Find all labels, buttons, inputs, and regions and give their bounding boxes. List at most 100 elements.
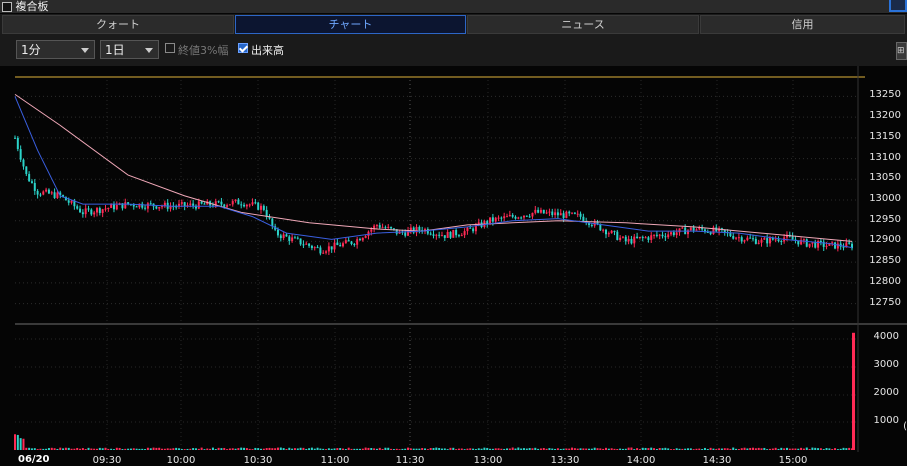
volume-bar: [851, 448, 853, 450]
volume-bar: [633, 449, 636, 450]
volume-bar: [118, 447, 121, 450]
volume-bar: [754, 448, 757, 450]
volume-bar: [771, 448, 774, 450]
candle-body: [503, 216, 506, 219]
candle-body: [559, 213, 562, 216]
time-tick-label: 11:30: [395, 455, 425, 466]
candle-body: [169, 206, 172, 209]
candle-body: [373, 225, 376, 230]
volume-bar: [774, 447, 777, 450]
candle-body: [353, 244, 356, 246]
volume-bar: [155, 447, 158, 450]
volume-bar: [81, 448, 84, 450]
volume-bar: [310, 447, 313, 450]
volume-bar: [449, 447, 452, 450]
candle-body: [647, 237, 650, 240]
candle-body: [842, 246, 845, 248]
volume-checkbox[interactable]: [238, 43, 248, 53]
volume-bar: [655, 448, 658, 450]
candle-body: [271, 218, 274, 227]
candle-body: [486, 221, 489, 224]
window-title: 複合板: [15, 0, 49, 13]
candle-body: [537, 209, 540, 213]
candle-body: [412, 227, 415, 233]
volume-bar: [817, 448, 820, 450]
candle-body: [214, 201, 217, 207]
candle-body: [706, 232, 709, 234]
candle-body: [149, 203, 152, 205]
volume-bar: [220, 448, 223, 450]
tab-bar: クォート チャート ニュース 信用: [0, 14, 907, 34]
interval-value: 1分: [21, 43, 41, 57]
volume-bar: [469, 448, 472, 450]
window-checkbox[interactable]: [2, 2, 12, 12]
volume-bar: [556, 448, 559, 450]
volume-bar: [630, 447, 633, 450]
volume-bar: [336, 448, 339, 450]
volume-bar: [93, 448, 96, 450]
candle-body: [342, 243, 345, 247]
volume-bar: [503, 448, 506, 450]
interval-select[interactable]: 1分: [16, 40, 95, 59]
candle-body: [822, 241, 825, 247]
candle-body: [138, 203, 141, 208]
volume-bar: [178, 448, 181, 450]
volume-bar: [489, 448, 492, 450]
volume-bar: [53, 448, 56, 450]
volume-bar: [398, 449, 401, 450]
candle-body: [520, 217, 523, 219]
candle-body: [152, 203, 155, 207]
candle-body: [701, 227, 704, 230]
candle-body: [819, 240, 822, 242]
candle-body: [508, 214, 511, 217]
candles: [14, 135, 853, 256]
candle-body: [70, 200, 73, 203]
candle-body: [84, 208, 87, 215]
candle-body: [672, 232, 675, 236]
volume-bar: [84, 448, 87, 450]
candle-body: [604, 229, 607, 235]
volume-bar: [805, 447, 808, 450]
candle-body: [474, 225, 477, 232]
candle-body: [497, 217, 500, 219]
volume-bar: [689, 448, 692, 450]
tab-credit[interactable]: 信用: [700, 15, 905, 34]
close-3pct-checkbox[interactable]: [165, 43, 175, 53]
candle-body: [457, 235, 460, 237]
volume-bar: [590, 448, 593, 450]
volume-bar: [579, 448, 582, 450]
volume-bar: [257, 448, 260, 450]
volume-bar: [166, 448, 169, 450]
candle-body: [274, 226, 277, 230]
volume-bar: [367, 447, 370, 450]
candle-body: [500, 217, 503, 219]
candle-body: [14, 137, 16, 139]
volume-bar: [582, 448, 585, 450]
range-select[interactable]: 1日: [100, 40, 159, 59]
candle-body: [59, 192, 62, 196]
volume-bar: [56, 448, 59, 450]
candle-body: [811, 242, 814, 244]
volume-bar: [404, 448, 407, 450]
tab-quote[interactable]: クォート: [2, 15, 234, 34]
volume-bar: [497, 448, 500, 450]
side-toggle-button[interactable]: ⊞: [896, 42, 907, 60]
candle-body: [528, 216, 531, 218]
tab-chart[interactable]: チャート: [235, 15, 466, 34]
candle-body: [350, 241, 353, 245]
candle-body: [135, 206, 138, 208]
volume-bar: [752, 447, 755, 450]
volume-bar: [686, 448, 689, 450]
candle-body: [802, 239, 805, 241]
candle-body: [836, 243, 839, 249]
volume-bar: [681, 448, 684, 450]
window-corner-button[interactable]: [889, 0, 907, 12]
candle-body: [585, 221, 588, 223]
volume-bar: [661, 448, 664, 450]
volume-bar: [797, 448, 800, 450]
candle-body: [121, 203, 124, 209]
candle-body: [800, 239, 803, 245]
tab-news[interactable]: ニュース: [467, 15, 699, 34]
candle-body: [424, 229, 427, 232]
volume-bar: [528, 448, 531, 450]
